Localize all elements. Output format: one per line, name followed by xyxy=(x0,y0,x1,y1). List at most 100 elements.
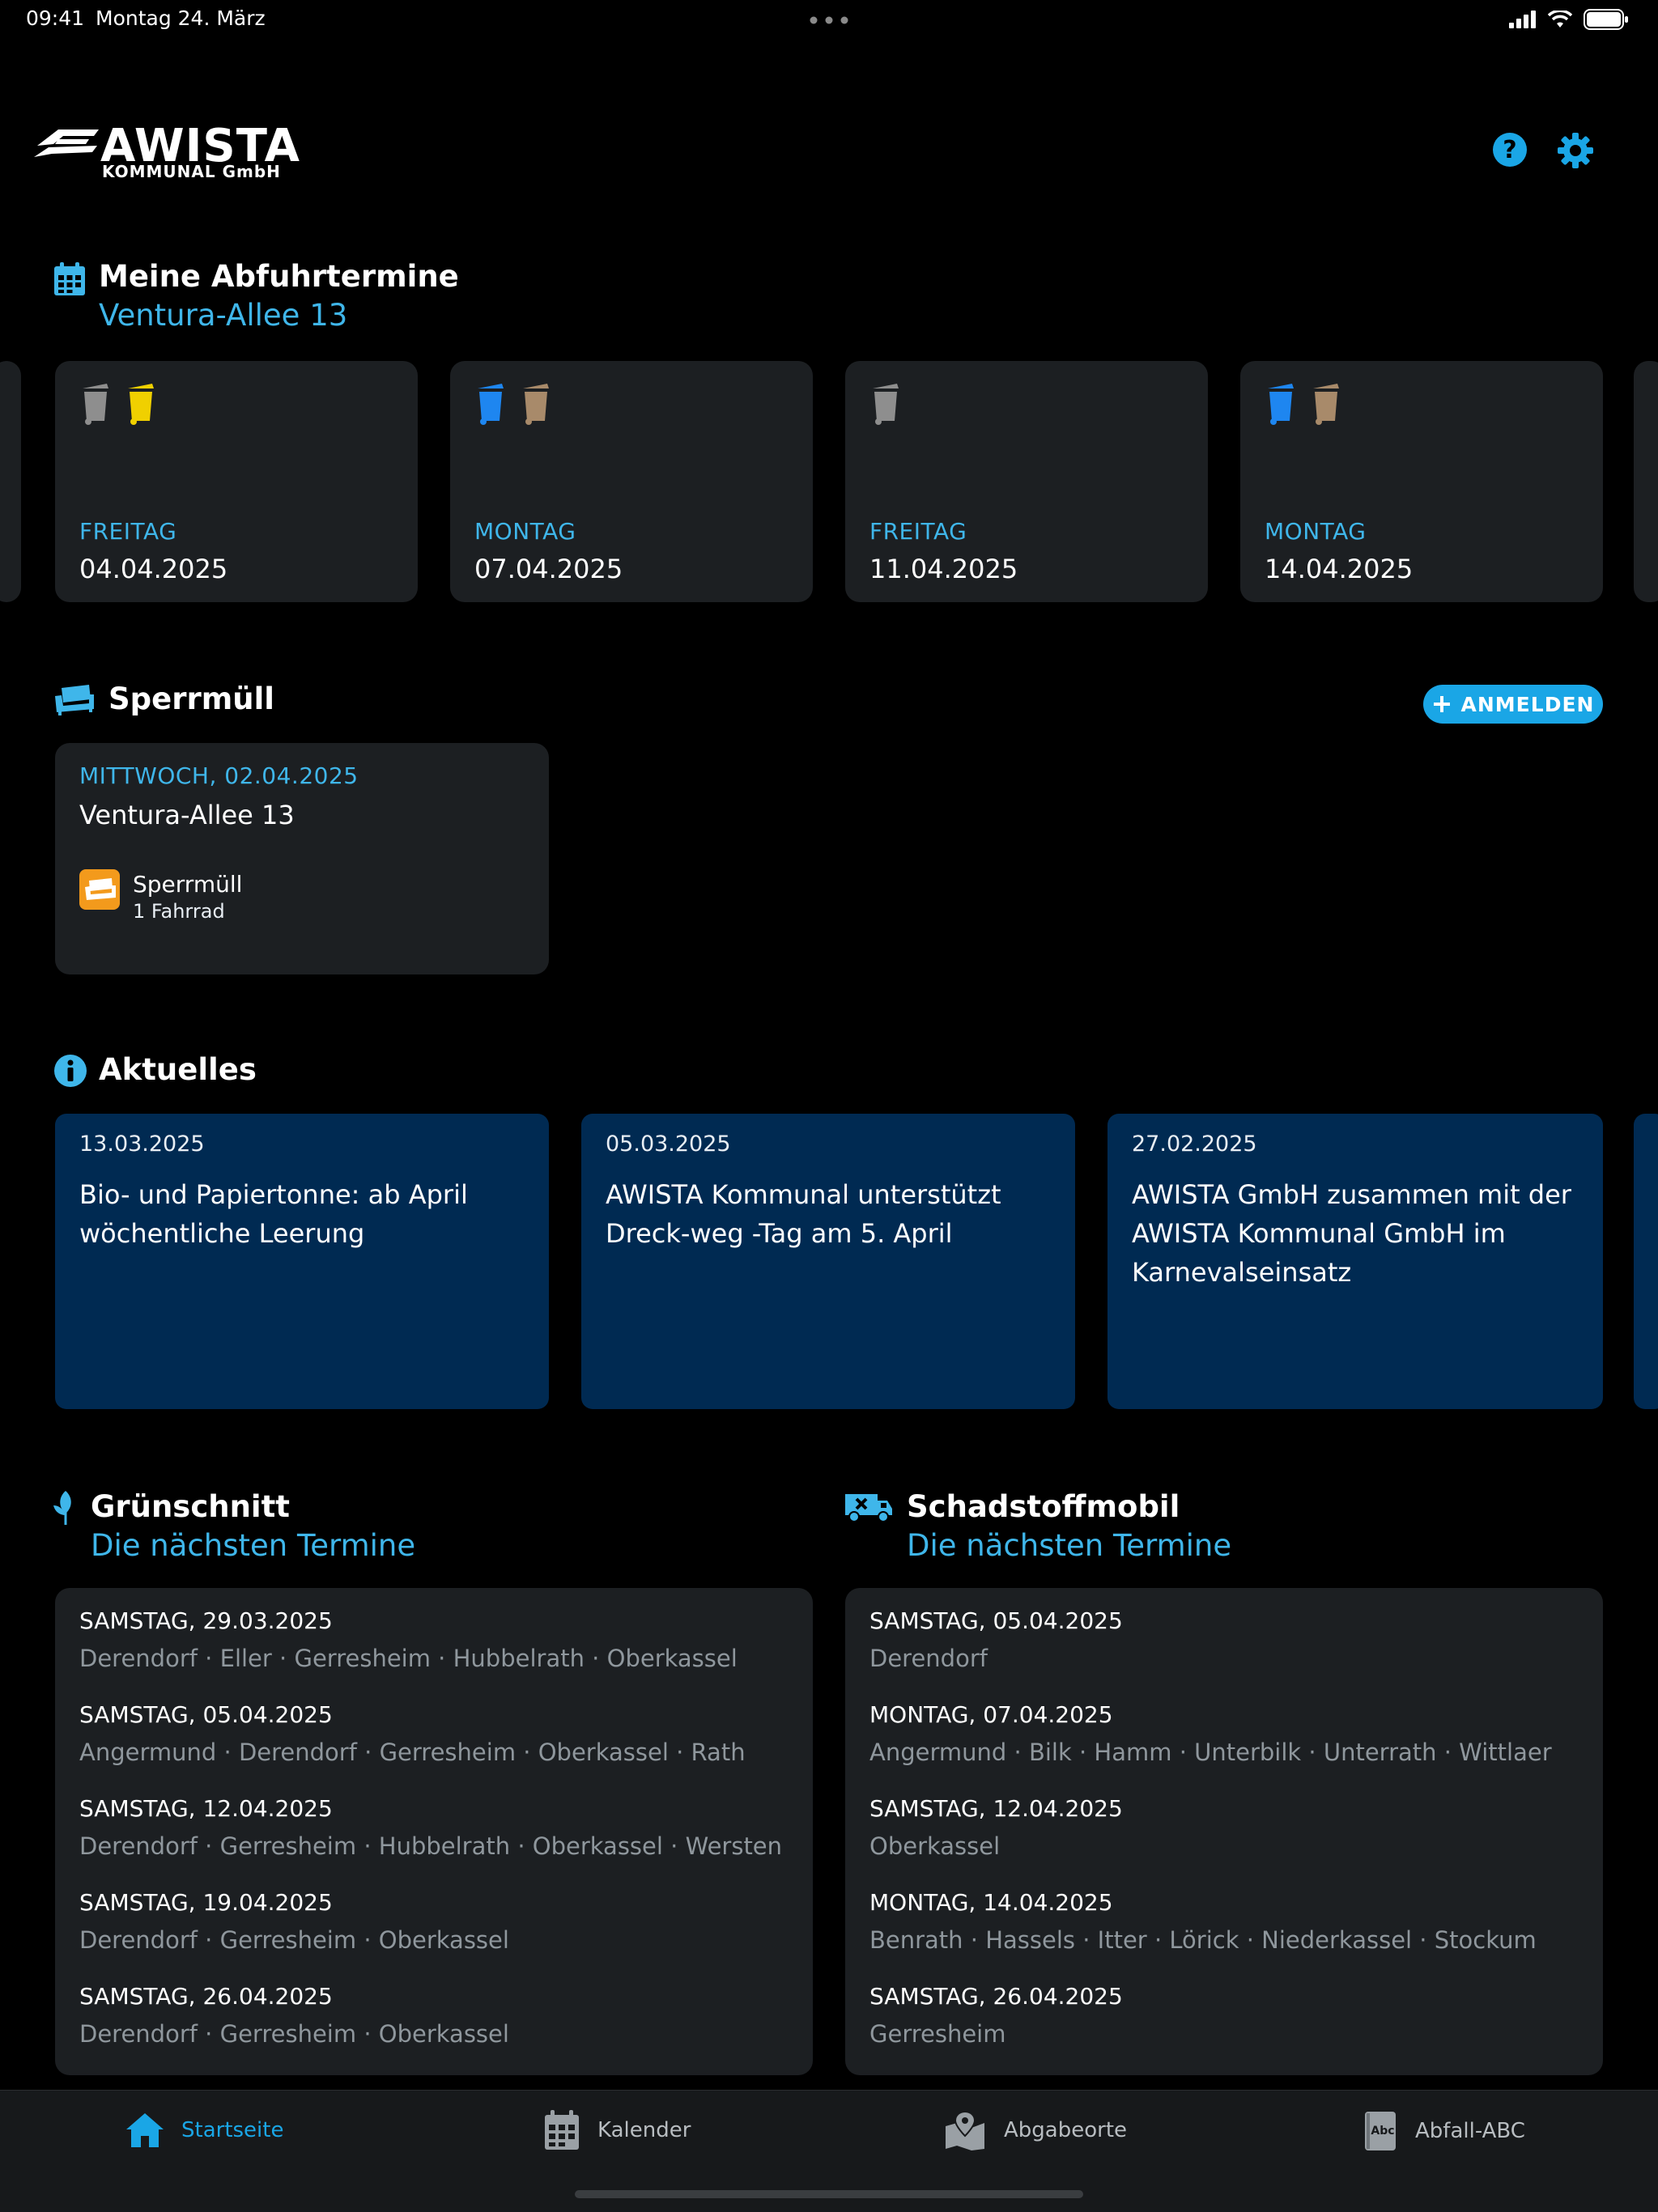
blue-bin-icon xyxy=(1268,384,1294,425)
bin-icons xyxy=(869,380,902,426)
battery-icon xyxy=(1584,9,1628,30)
blue-bin-icon xyxy=(478,384,504,425)
plus-icon xyxy=(1433,696,1450,712)
sperrmuell-address: Ventura-Allee 13 xyxy=(79,800,295,830)
schadstoff-card[interactable]: SAMSTAG, 05.04.2025 Derendorf MONTAG, 07… xyxy=(845,1588,1603,2075)
anmelden-label: ANMELDEN xyxy=(1460,692,1595,716)
aktuelles-title: Aktuelles xyxy=(99,1052,257,1087)
gear-icon xyxy=(1558,133,1593,168)
yellow-bin-icon xyxy=(128,384,154,425)
anmelden-button[interactable]: ANMELDEN xyxy=(1423,685,1603,724)
schedule-places: Angermund · Bilk · Hamm · Unterbilk · Un… xyxy=(869,1739,1552,1766)
schedule-date: SAMSTAG, 26.04.2025 xyxy=(79,1983,333,2010)
help-button[interactable]: ? xyxy=(1491,131,1528,168)
abfuhr-date: 04.04.2025 xyxy=(79,554,228,584)
abfuhr-date: 11.04.2025 xyxy=(869,554,1018,584)
tab-abfall-abc[interactable]: Abc Abfall-ABC xyxy=(1363,2110,1525,2152)
schedule-places: Angermund · Derendorf · Gerresheim · Obe… xyxy=(79,1739,746,1766)
brand-sub: KOMMUNAL GmbH xyxy=(102,162,281,181)
bulky-waste-icon xyxy=(79,869,120,910)
schedule-date: SAMSTAG, 26.04.2025 xyxy=(869,1983,1123,2010)
news-title: AWISTA GmbH zusammen mit der AWISTA Komm… xyxy=(1132,1179,1571,1288)
sofa-icon xyxy=(55,685,94,715)
schedule-date: SAMSTAG, 05.04.2025 xyxy=(79,1701,333,1728)
status-time: 09:41 xyxy=(26,6,85,30)
schedule-places: Derendorf · Gerresheim · Oberkassel xyxy=(79,2020,509,2048)
sperrmuell-title: Sperrmüll xyxy=(108,681,274,716)
info-icon xyxy=(54,1055,87,1087)
news-date: 27.02.2025 xyxy=(1132,1131,1257,1157)
schedule-places: Derendorf xyxy=(869,1645,988,1672)
schedule-places: Derendorf · Gerresheim · Oberkassel xyxy=(79,1926,509,1954)
gruenschnitt-card[interactable]: SAMSTAG, 29.03.2025 Derendorf · Eller · … xyxy=(55,1588,813,2075)
bin-icons xyxy=(1265,380,1342,426)
sperrmuell-item-detail: 1 Fahrrad xyxy=(133,900,225,923)
tab-abgabeorte[interactable]: Abgabeorte xyxy=(944,2110,1127,2150)
home-icon xyxy=(126,2113,164,2147)
tab-startseite[interactable]: Startseite xyxy=(125,2110,283,2150)
multitask-dots-icon[interactable] xyxy=(810,16,848,24)
news-date: 05.03.2025 xyxy=(606,1131,731,1157)
schedule-date: MONTAG, 14.04.2025 xyxy=(869,1889,1113,1916)
news-card[interactable]: 05.03.2025 AWISTA Kommunal unterstützt D… xyxy=(581,1114,1075,1409)
tab-label: Abgabeorte xyxy=(1004,2118,1128,2142)
abfuhr-card[interactable]: FREITAG 11.04.2025 xyxy=(845,361,1208,602)
abfuhr-card[interactable]: MONTAG 07.04.2025 xyxy=(450,361,813,602)
schedule-places: Oberkassel xyxy=(869,1832,1001,1860)
schedule-date: SAMSTAG, 12.04.2025 xyxy=(79,1795,333,1822)
signal-icon xyxy=(1509,11,1536,28)
abfuhr-weekday: MONTAG xyxy=(474,518,576,545)
abfuhr-date: 14.04.2025 xyxy=(1265,554,1414,584)
schedule-places: Derendorf · Eller · Gerresheim · Hubbelr… xyxy=(79,1645,738,1672)
settings-button[interactable] xyxy=(1556,131,1595,170)
gruenschnitt-title: Grünschnitt xyxy=(91,1489,290,1524)
calendar-icon xyxy=(54,262,85,295)
schedule-places: Derendorf · Gerresheim · Hubbelrath · Ob… xyxy=(79,1832,783,1860)
leaf-icon xyxy=(53,1491,71,1525)
abc-book-icon: Abc xyxy=(1365,2112,1396,2150)
abfuhr-address[interactable]: Ventura-Allee 13 xyxy=(99,298,347,333)
map-pin-icon xyxy=(946,2110,984,2150)
grey-bin-icon xyxy=(873,384,899,425)
schedule-date: SAMSTAG, 12.04.2025 xyxy=(869,1795,1123,1822)
hazard-truck-icon xyxy=(845,1494,892,1522)
abfuhr-title: Meine Abfuhrtermine xyxy=(99,259,459,294)
bin-icons xyxy=(79,380,157,426)
news-title: Bio- und Papiertonne: ab April wöchentli… xyxy=(79,1179,468,1249)
schedule-places: Gerresheim xyxy=(869,2020,1006,2048)
sperrmuell-item-title: Sperrmüll xyxy=(133,871,243,898)
abfuhr-card[interactable]: MONTAG 14.04.2025 xyxy=(1240,361,1603,602)
gruenschnitt-subtitle: Die nächsten Termine xyxy=(91,1528,416,1563)
news-title: AWISTA Kommunal unterstützt Dreck-weg -T… xyxy=(606,1179,1001,1249)
status-date: Montag 24. März xyxy=(96,6,266,30)
schedule-date: SAMSTAG, 05.04.2025 xyxy=(869,1607,1123,1634)
tab-label: Kalender xyxy=(597,2118,691,2142)
grey-bin-icon xyxy=(83,384,108,425)
news-card[interactable]: 27.02.2025 AWISTA GmbH zusammen mit der … xyxy=(1107,1114,1603,1409)
tab-label: Startseite xyxy=(181,2118,284,2142)
abfuhr-card[interactable]: FREITAG 04.04.2025 xyxy=(55,361,418,602)
abfuhr-card-previous[interactable] xyxy=(0,361,21,602)
brown-bin-icon xyxy=(1313,384,1339,425)
bin-icons xyxy=(474,380,552,426)
wifi-icon xyxy=(1548,11,1572,28)
sperrmuell-card[interactable]: MITTWOCH, 02.04.2025 Ventura-Allee 13 Sp… xyxy=(55,743,549,974)
news-card[interactable]: 13.03.2025 Bio- und Papiertonne: ab Apri… xyxy=(55,1114,549,1409)
tab-kalender[interactable]: Kalender xyxy=(544,2110,691,2150)
calendar-icon xyxy=(545,2110,579,2150)
schedule-date: MONTAG, 07.04.2025 xyxy=(869,1701,1113,1728)
abfuhr-date: 07.04.2025 xyxy=(474,554,623,584)
help-icon: ? xyxy=(1493,133,1527,167)
abfuhr-weekday: MONTAG xyxy=(1265,518,1367,545)
home-indicator[interactable] xyxy=(575,2190,1083,2198)
schadstoff-subtitle: Die nächsten Termine xyxy=(907,1528,1232,1563)
news-card-next[interactable] xyxy=(1634,1114,1658,1409)
abfuhr-card-next[interactable] xyxy=(1634,361,1658,602)
schadstoff-title: Schadstoffmobil xyxy=(907,1489,1180,1524)
schedule-date: SAMSTAG, 29.03.2025 xyxy=(79,1607,333,1634)
abfuhr-weekday: FREITAG xyxy=(79,518,177,545)
brown-bin-icon xyxy=(523,384,549,425)
svg-text:?: ? xyxy=(1503,136,1516,164)
schedule-date: SAMSTAG, 19.04.2025 xyxy=(79,1889,333,1916)
sperrmuell-date: MITTWOCH, 02.04.2025 xyxy=(79,762,359,789)
